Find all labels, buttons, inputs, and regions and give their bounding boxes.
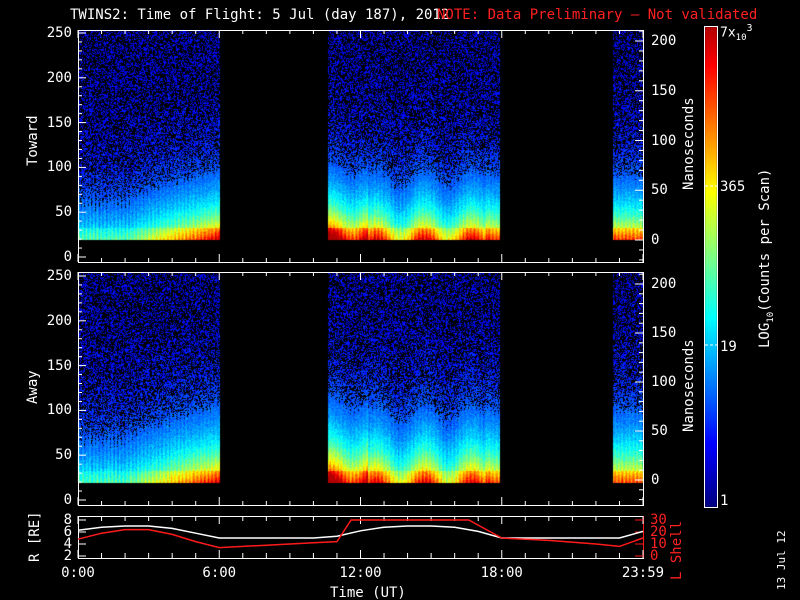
generation-date: 13 Jul 12 [775, 530, 788, 590]
plot-title: TWINS2: Time of Flight: 5 Jul (day 187),… [70, 7, 450, 23]
tof-plot: TWINS2: Time of Flight: 5 Jul (day 187),… [0, 0, 800, 600]
panel-frame [78, 30, 644, 263]
y-tick-label-right: 50 [651, 423, 668, 439]
y-tick-label-right: 100 [651, 374, 677, 390]
y-tick-label: 200 [46, 312, 72, 329]
y-tick-label: 0 [63, 492, 72, 508]
y-tick-label: 200 [46, 69, 72, 86]
colorbar-max-label: 7x103 [720, 23, 753, 43]
time-axis-label: Time (UT) [330, 585, 406, 600]
panel-frame [78, 272, 644, 506]
y-tick-label-right: 150 [651, 82, 677, 99]
y-tick-label: 250 [46, 25, 72, 41]
time-tick-label: 0:00 [61, 565, 95, 581]
preliminary-note: NOTE: Data Preliminary — Not validated [437, 7, 758, 23]
time-tick-label: 6:00 [202, 565, 237, 581]
time-tick-label: 18:00 [480, 565, 523, 581]
y-tick-label-right: 100 [651, 132, 677, 149]
y-tick-label-right: 150 [651, 325, 677, 341]
plot-axes [77, 26, 718, 559]
y-tick-label: 150 [46, 357, 72, 374]
y-tick-label-right: 200 [651, 276, 677, 292]
time-tick-label: 12:00 [339, 565, 382, 581]
toward-label: Toward [25, 115, 41, 166]
lshell-line [77, 519, 644, 549]
lshell-tick-label: 30 [650, 512, 667, 528]
y-tick-label-right: 200 [651, 33, 677, 49]
colorbar-tick-19: 19 [720, 339, 737, 355]
away-label: Away [25, 370, 41, 404]
colorbar-tick-365: 365 [720, 179, 746, 195]
colorbar-tick-1: 1 [720, 493, 729, 509]
colorbar-label: LOG10(Counts per Scan) [757, 168, 776, 348]
y-tick-label: 150 [46, 114, 72, 131]
y-tick-label: 100 [46, 402, 72, 419]
y-tick-label: 50 [55, 447, 72, 464]
y-tick-label-right: 0 [651, 472, 660, 488]
y-tick-label: 50 [55, 204, 72, 221]
r-tick-label: 8 [63, 512, 72, 528]
y-tick-label: 250 [46, 268, 72, 284]
y-tick-label: 0 [63, 249, 72, 265]
y-tick-label: 100 [46, 159, 72, 176]
y-tick-label-right: 50 [651, 182, 668, 199]
colorbar-frame [704, 26, 718, 508]
nanoseconds-label-top: Nanoseconds [681, 97, 697, 190]
lshell-axis-label: L Shell [669, 520, 685, 580]
nanoseconds-label-bottom: Nanoseconds [681, 339, 697, 432]
r-axis-label: R [RE] [27, 511, 43, 562]
time-tick-label: 23:59 [621, 565, 665, 581]
y-tick-label-right: 0 [651, 232, 660, 248]
